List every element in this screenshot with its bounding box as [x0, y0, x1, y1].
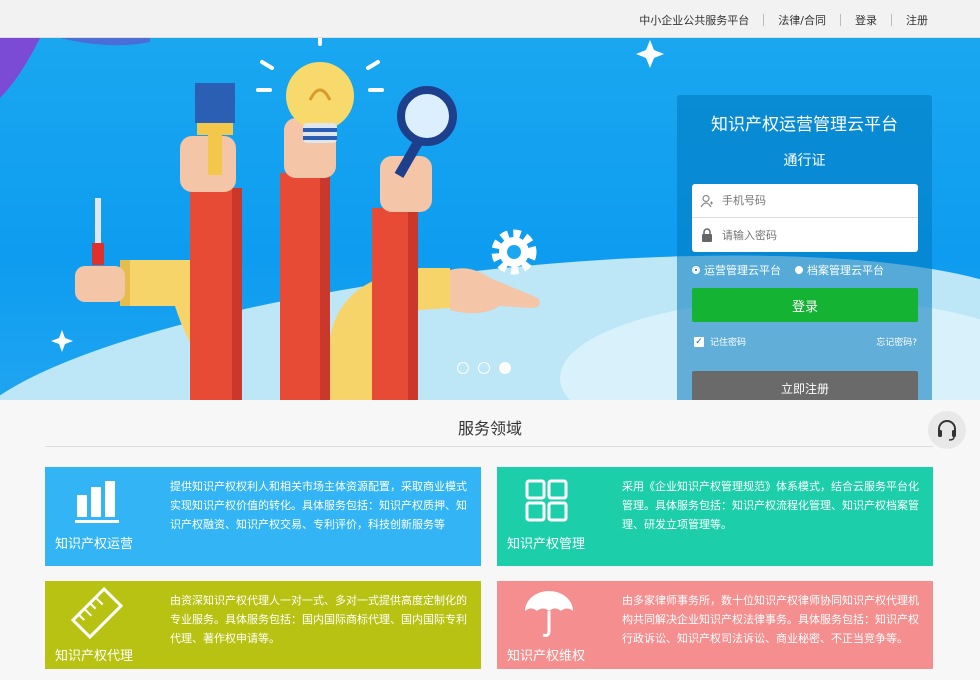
section-divider: [45, 446, 933, 447]
service-card-description: 由多家律师事务所，数十位知识产权律师协同知识产权代理机构共同解决企业知识产权法律…: [622, 594, 919, 645]
top-link-law-contract[interactable]: 法律/合同: [778, 12, 826, 28]
radio-selected-icon: [692, 266, 700, 274]
service-card-description: 采用《企业知识产权管理规范》体系模式，结合云服务平台化管理。具体服务包括：知识产…: [622, 480, 919, 531]
top-link-login[interactable]: 登录: [855, 12, 877, 28]
section-title: 服务领域: [457, 419, 522, 438]
top-link-sme-platform[interactable]: 中小企业公共服务平台: [639, 12, 749, 28]
ruler-icon: [45, 581, 157, 680]
umbrella-icon: [497, 581, 609, 680]
register-button[interactable]: 立即注册: [692, 371, 918, 400]
platform-radio-group: 运营管理云平台 档案管理云平台: [692, 262, 898, 278]
service-card-management[interactable]: 知识产权管理 采用《企业知识产权管理规范》体系模式，结合云服务平台化管理。具体服…: [497, 467, 933, 566]
radio-unselected-icon: [795, 266, 803, 274]
radio-operations-platform[interactable]: 运营管理云平台: [692, 262, 781, 278]
forgot-password-link[interactable]: 忘记密码?: [876, 335, 917, 348]
remember-label: 记住密码: [710, 338, 747, 348]
carousel-indicators: [457, 362, 520, 374]
service-card-description: 由资深知识产权代理人一对一式、多对一式提供高度定制化的专业服务。具体服务包括：国…: [170, 594, 467, 645]
divider: [763, 14, 765, 26]
service-card-agency[interactable]: 知识产权代理 由资深知识产权代理人一对一式、多对一式提供高度定制化的专业服务。具…: [45, 581, 481, 669]
service-card-title: 知识产权运营: [55, 537, 134, 552]
service-card-title: 知识产权代理: [55, 649, 134, 664]
radio-label: 档案管理云平台: [807, 264, 884, 277]
divider: [891, 14, 892, 26]
phone-input[interactable]: [722, 194, 902, 207]
carousel-dot[interactable]: [478, 362, 490, 374]
login-subtitle: 通行证: [783, 153, 826, 169]
top-links: 中小企业公共服务平台 法律/合同 登录 注册: [639, 12, 928, 28]
banner-illustration: [0, 38, 664, 400]
service-card-rights-protection[interactable]: 知识产权维权 由多家律师事务所，数十位知识产权律师协同知识产权代理机构共同解决企…: [497, 581, 933, 669]
carousel-dot-active[interactable]: [499, 362, 511, 374]
radio-label: 运营管理云平台: [704, 264, 781, 277]
radio-archive-platform[interactable]: 档案管理云平台: [795, 262, 884, 278]
login-panel: 知识产权运营管理云平台 通行证 运营管理云平台 档案管理云平台 登录: [677, 95, 932, 400]
top-link-register[interactable]: 注册: [906, 12, 928, 28]
login-title: 知识产权运营管理云平台: [711, 115, 898, 135]
password-field[interactable]: [692, 218, 918, 252]
carousel-dot[interactable]: [457, 362, 469, 374]
divider: [840, 14, 841, 26]
service-card-title: 知识产权管理: [507, 537, 586, 552]
user-icon: [692, 194, 722, 208]
top-bar: 中小企业公共服务平台 法律/合同 登录 注册: [0, 0, 980, 38]
remember-password[interactable]: ✓ 记住密码: [694, 335, 746, 348]
login-button[interactable]: 登录: [692, 288, 918, 322]
service-card-operations[interactable]: 知识产权运营 提供知识产权权利人和相关市场主体资源配置，采取商业模式实现知识产权…: [45, 467, 481, 566]
service-card-description: 提供知识产权权利人和相关市场主体资源配置，采取商业模式实现知识产权价值的转化。具…: [170, 480, 467, 531]
lock-icon: [692, 228, 722, 242]
customer-service-headset-icon[interactable]: [928, 411, 966, 449]
phone-field[interactable]: [692, 184, 918, 218]
password-input[interactable]: [722, 228, 902, 242]
service-card-title: 知识产权维权: [507, 649, 586, 664]
checkbox-checked-icon[interactable]: ✓: [694, 336, 704, 347]
hero-banner: 知识产权运营管理云平台 通行证 运营管理云平台 档案管理云平台 登录: [0, 38, 980, 400]
